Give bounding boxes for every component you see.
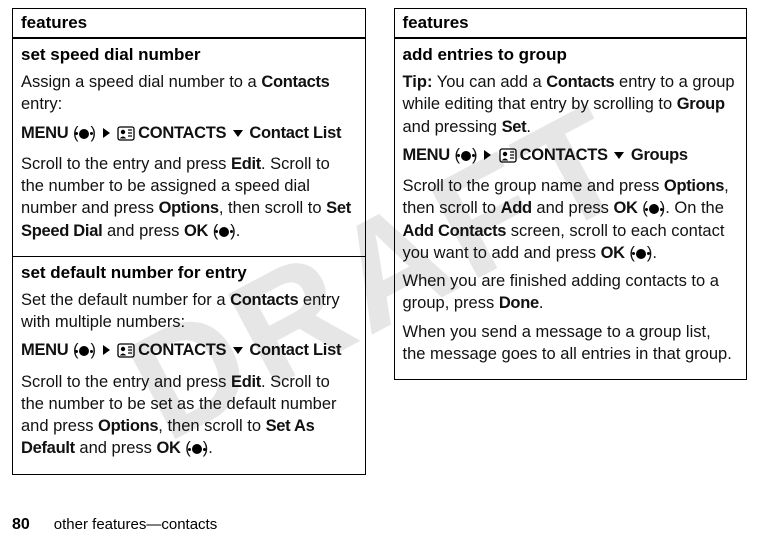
contacts-label: Contacts [261,73,329,91]
set-label: Set [502,118,527,136]
contacts-label: Contacts [546,73,614,91]
contacts-icon [117,342,135,364]
text: and pressing [403,118,502,136]
text: . [539,294,544,312]
text: Scroll to the entry and press [21,155,231,173]
arrow-right-icon [103,128,110,138]
table-row: set speed dial number Assign a speed dia… [13,38,366,256]
features-table-left: features set speed dial number Assign a … [12,8,366,475]
body-text: Scroll to the entry and press Edit. Scro… [21,371,357,460]
arrow-right-icon [103,345,110,355]
groups-label: Groups [631,146,688,164]
text: ). On the [660,199,724,217]
center-key-icon [192,444,202,454]
text: Set the default number for a [21,291,230,309]
text: You can add a [432,73,546,91]
center-key-icon [219,227,229,237]
text: and press [102,222,184,240]
add-contacts-label: Add Contacts [403,222,507,240]
row-title: set speed dial number [21,45,357,65]
text: . [526,118,531,136]
contacts-label: Contacts [230,291,298,309]
text: and press [75,439,157,457]
center-key-icon [649,204,659,214]
row-title: set default number for entry [21,263,357,283]
text: and press [532,199,614,217]
center-key-icon [79,346,89,356]
text: Assign a speed dial number to a [21,73,261,91]
done-label: Done [499,294,539,312]
text: Scroll to the entry and press [21,373,231,391]
body-text: Scroll to the entry and press Edit. Scro… [21,153,357,242]
features-header-right: features [394,9,747,39]
menu-path: MENU () CONTACTS Contact List [21,122,357,147]
features-header-left: features [13,9,366,39]
right-column: features add entries to group Tip: You c… [394,8,748,475]
options-label: Options [664,177,724,195]
text: entry: [21,95,62,113]
left-column: features set speed dial number Assign a … [12,8,366,475]
menu-label: MENU [403,146,450,164]
text: Scroll to the group name and press [403,177,664,195]
body-text: Scroll to the group name and press Optio… [403,175,739,264]
table-row: set default number for entry Set the def… [13,256,366,474]
ok-label: OK [613,199,637,217]
body-text: Tip: You can add a Contacts entry to a g… [403,71,739,138]
text: , then scroll to [158,417,265,435]
contacts-icon [499,147,517,169]
contact-list-label: Contact List [249,124,341,142]
page-number: 80 [12,516,30,533]
features-table-right: features add entries to group Tip: You c… [394,8,748,380]
edit-label: Edit [231,373,261,391]
text: , then scroll to [219,199,326,217]
footer-text: other features—contacts [54,516,217,533]
contacts-icon [117,125,135,147]
center-key-icon [461,151,471,161]
edit-label: Edit [231,155,261,173]
add-label: Add [501,199,532,217]
ok-label: OK [601,244,625,262]
table-row: add entries to group Tip: You can add a … [394,38,747,380]
body-text: Assign a speed dial number to a Contacts… [21,71,357,116]
arrow-down-icon [614,152,624,159]
center-key-icon [79,129,89,139]
ok-label: OK [184,222,208,240]
center-key-icon [636,249,646,259]
text: When you are finished adding contacts to… [403,272,719,312]
group-label: Group [677,95,725,113]
page-footer: 80 other features—contacts [12,516,217,534]
menu-label: MENU [21,341,68,359]
contacts-menu-label: CONTACTS [138,124,226,142]
menu-path: MENU () CONTACTS Groups [403,144,739,169]
arrow-down-icon [233,347,243,354]
body-text: Set the default number for a Contacts en… [21,289,357,334]
ok-label: OK [156,439,180,457]
two-column-layout: features set speed dial number Assign a … [0,0,759,475]
menu-label: MENU [21,124,68,142]
arrow-right-icon [484,150,491,160]
contacts-menu-label: CONTACTS [138,341,226,359]
row-title: add entries to group [403,45,739,65]
body-text: When you are finished adding contacts to… [403,270,739,315]
contacts-menu-label: CONTACTS [520,146,608,164]
arrow-down-icon [233,130,243,137]
options-label: Options [159,199,219,217]
menu-path: MENU () CONTACTS Contact List [21,339,357,364]
options-label: Options [98,417,158,435]
body-text: When you send a message to a group list,… [403,321,739,366]
tip-label: Tip: [403,73,433,91]
contact-list-label: Contact List [249,341,341,359]
